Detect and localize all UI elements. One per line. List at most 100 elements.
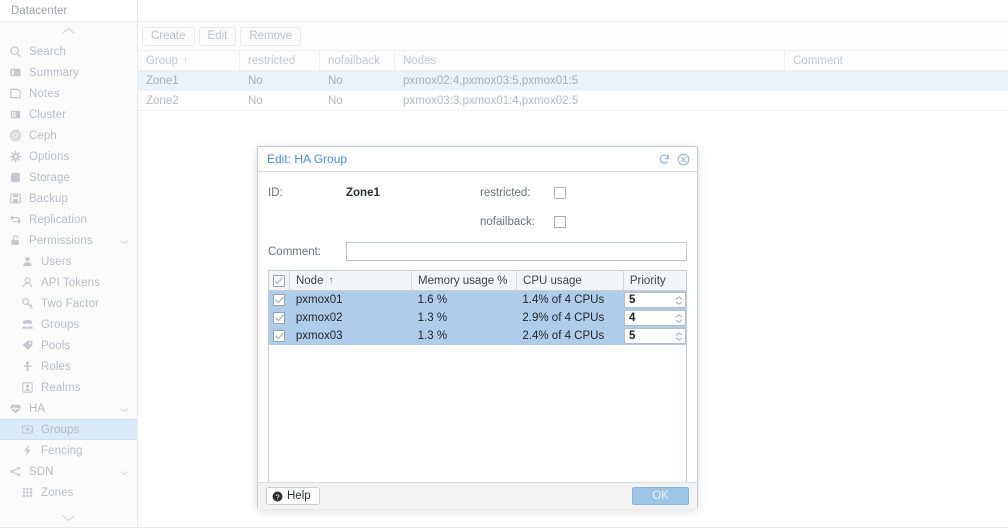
restricted-checkbox[interactable] — [554, 187, 566, 199]
memory-column-header[interactable]: Memory usage % — [412, 271, 517, 290]
sidebar-item-summary[interactable]: Summary — [0, 62, 137, 83]
sidebar-item-ha[interactable]: HA — [0, 398, 137, 419]
options-gear-icon — [9, 150, 24, 163]
node-row[interactable]: pxmox021.3 %2.9% of 4 CPUs4 — [269, 309, 686, 327]
edit-ha-group-dialog: Edit: HA Group — [257, 146, 698, 509]
priority-column-header[interactable]: Priority — [624, 271, 686, 290]
spinner-buttons[interactable] — [672, 311, 685, 325]
priority-spinner[interactable]: 5 — [624, 328, 686, 344]
remove-button[interactable]: Remove — [240, 27, 301, 46]
sidebar-item-groups[interactable]: Groups — [0, 314, 137, 335]
sidebar-item-fencing[interactable]: Fencing — [0, 440, 137, 461]
groups-icon — [21, 318, 36, 331]
roles-icon — [21, 360, 36, 373]
search-icon — [9, 45, 24, 58]
sidebar-item-label: Notes — [29, 88, 60, 100]
spinner-down-icon[interactable] — [675, 337, 683, 341]
column-header-group-label: Group — [146, 55, 178, 67]
sidebar-item-roles[interactable]: Roles — [0, 356, 137, 377]
sidebar-item-two-factor[interactable]: Two Factor — [0, 293, 137, 314]
node-row[interactable]: pxmox031.3 %2.4% of 4 CPUs5 — [269, 327, 686, 345]
cell-group: Zone1 — [138, 71, 240, 90]
sidebar-collapse-toggle[interactable] — [0, 22, 137, 39]
ha-groups-grid-body: Zone1NoNopxmox02:4,pxmox03:5,pxmox01:5Zo… — [138, 71, 1008, 111]
node-row-checkbox[interactable] — [269, 309, 290, 327]
spinner-up-icon[interactable] — [675, 296, 683, 300]
column-header-comment[interactable]: Comment — [785, 51, 1005, 70]
priority-spinner[interactable]: 5 — [624, 292, 686, 308]
column-header-nofailback[interactable]: nofailback — [320, 51, 395, 70]
priority-column-label: Priority — [630, 275, 666, 287]
close-icon[interactable] — [677, 153, 690, 166]
check-mark-icon — [274, 277, 283, 285]
priority-value: 5 — [625, 294, 672, 306]
cell-restricted: No — [240, 71, 320, 90]
sidebar-item-options[interactable]: Options — [0, 146, 137, 167]
column-header-restricted[interactable]: restricted — [240, 51, 320, 70]
dialog-form-top: ID: Zone1 restricted: nofailback: — [258, 182, 697, 240]
nofailback-checkbox[interactable] — [554, 216, 566, 228]
spinner-buttons[interactable] — [672, 329, 685, 343]
spinner-up-icon[interactable] — [675, 314, 683, 318]
sidebar-scroll-down[interactable] — [0, 508, 137, 528]
id-value: Zone1 — [346, 187, 380, 199]
sidebar-item-label: Fencing — [41, 445, 83, 457]
spinner-down-icon[interactable] — [675, 301, 683, 305]
sidebar-item-label: Cluster — [29, 109, 66, 121]
sidebar-item-search[interactable]: Search — [0, 41, 137, 62]
sidebar-item-pools[interactable]: Pools — [0, 335, 137, 356]
ha-heart-icon — [9, 402, 24, 415]
comment-input[interactable] — [346, 242, 687, 261]
node-column-header[interactable]: Node ↑ — [290, 271, 412, 290]
ok-button[interactable]: OK — [632, 487, 689, 505]
sidebar-item-permissions[interactable]: Permissions — [0, 230, 137, 251]
proxmox-ha-groups-screen: Datacenter SearchSummaryNotesClusterCeph… — [0, 0, 1008, 528]
check-mark-icon — [275, 314, 284, 322]
column-header-nodes[interactable]: Nodes — [395, 51, 785, 70]
column-header-group[interactable]: Group ↑ — [138, 51, 240, 70]
help-button[interactable]: ? Help — [266, 487, 320, 505]
pools-tag-icon — [21, 339, 36, 352]
select-all-checkbox[interactable] — [269, 271, 290, 290]
sidebar-item-realms[interactable]: Realms — [0, 377, 137, 398]
sidebar-item-label: Options — [29, 151, 69, 163]
sidebar-item-label: Users — [41, 256, 72, 268]
sidebar-item-sdn[interactable]: SDN — [0, 461, 137, 482]
node-row-checkbox[interactable] — [269, 291, 290, 309]
node-row-checkbox[interactable] — [269, 327, 290, 345]
node-cell-priority: 4 — [623, 309, 686, 327]
ha-groups-grid-header: Group ↑ restricted nofailback Nodes Comm… — [138, 50, 1008, 71]
sidebar-item-storage[interactable]: Storage — [0, 167, 137, 188]
chevron-down-icon[interactable] — [120, 234, 129, 248]
node-row[interactable]: pxmox011.6 %1.4% of 4 CPUs5 — [269, 291, 686, 309]
sidebar-item-backup[interactable]: Backup — [0, 188, 137, 209]
spinner-buttons[interactable] — [672, 293, 685, 307]
cluster-icon — [9, 108, 24, 121]
sidebar-item-users[interactable]: Users — [0, 251, 137, 272]
sidebar-item-label: Permissions — [29, 235, 93, 247]
table-row[interactable]: Zone1NoNopxmox02:4,pxmox03:5,pxmox01:5 — [138, 71, 1008, 90]
edit-button[interactable]: Edit — [199, 27, 237, 46]
sidebar-item-zones[interactable]: Zones — [0, 482, 137, 503]
sidebar-item-replication[interactable]: Replication — [0, 209, 137, 230]
dialog-title: Edit: HA Group — [267, 152, 658, 166]
sidebar-item-cluster[interactable]: Cluster — [0, 104, 137, 125]
column-header-restricted-label: restricted — [248, 55, 295, 67]
ceph-icon — [9, 129, 24, 142]
node-cell-priority: 5 — [623, 327, 686, 345]
cpu-column-header[interactable]: CPU usage — [517, 271, 624, 290]
create-button-label: Create — [151, 30, 186, 42]
sidebar-item-api-tokens[interactable]: API Tokens — [0, 272, 137, 293]
sidebar-item-groups[interactable]: Groups — [0, 419, 137, 440]
sidebar-item-ceph[interactable]: Ceph — [0, 125, 137, 146]
create-button[interactable]: Create — [142, 27, 195, 46]
reset-icon[interactable] — [658, 153, 671, 166]
chevron-down-icon[interactable] — [120, 465, 129, 479]
fencing-bolt-icon — [21, 444, 36, 457]
spinner-down-icon[interactable] — [675, 319, 683, 323]
table-row[interactable]: Zone2NoNopxmox03:3,pxmox01:4,pxmox02:5 — [138, 91, 1008, 110]
spinner-up-icon[interactable] — [675, 332, 683, 336]
chevron-down-icon[interactable] — [120, 402, 129, 416]
sidebar-item-notes[interactable]: Notes — [0, 83, 137, 104]
priority-spinner[interactable]: 4 — [624, 310, 686, 326]
